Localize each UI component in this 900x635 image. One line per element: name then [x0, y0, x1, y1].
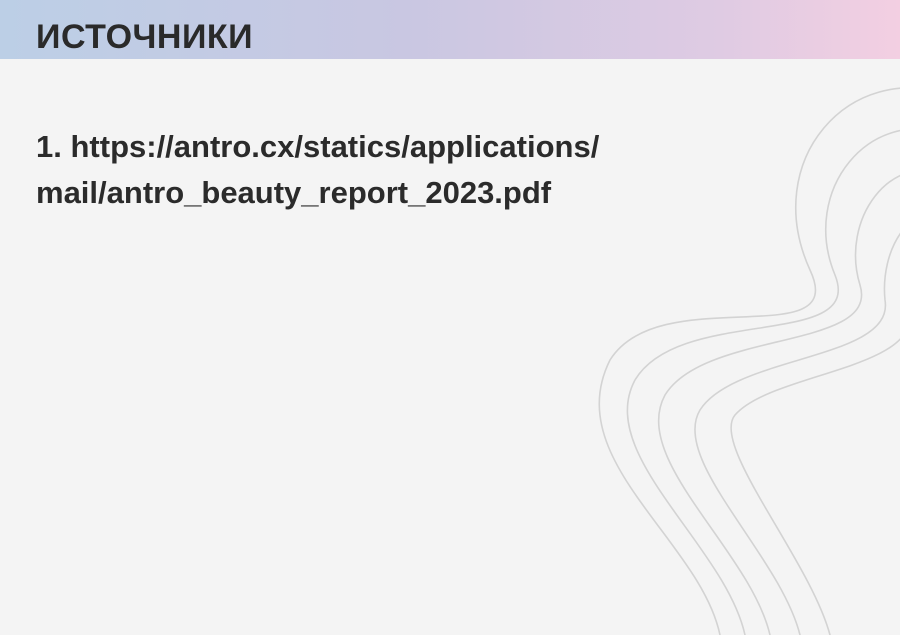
wave-line-5 [730, 338, 900, 635]
wave-line-4 [694, 232, 900, 635]
source-number: 1. [36, 129, 62, 164]
wave-line-3 [657, 174, 900, 635]
header-band: ИСТОЧНИКИ [0, 0, 900, 59]
wave-line-1 [598, 87, 900, 635]
wave-line-decoration [598, 87, 900, 635]
page-title: ИСТОЧНИКИ [36, 18, 254, 56]
source-url-line-1: https://antro.cx/statics/applications/ [70, 129, 600, 164]
